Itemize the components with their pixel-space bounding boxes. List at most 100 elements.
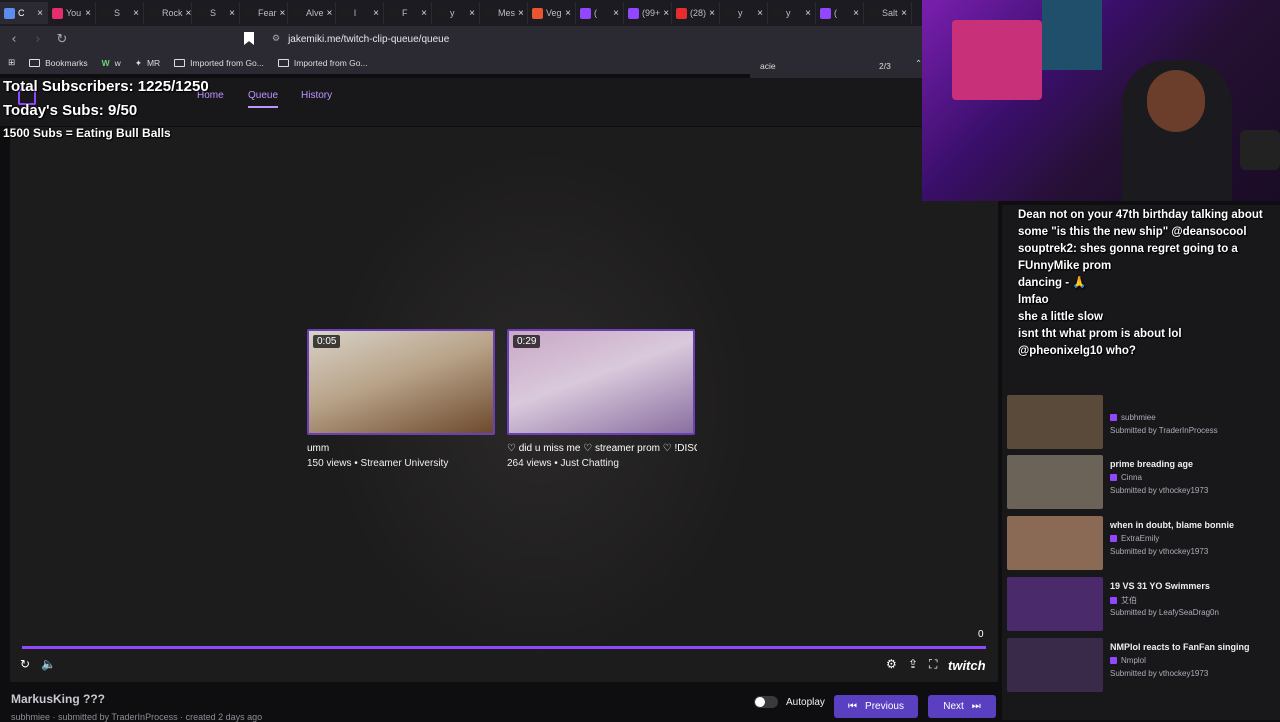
- browser-tab[interactable]: (28) ×: [672, 2, 720, 24]
- bookmark-item[interactable]: Bookmarks: [29, 58, 88, 68]
- player-progress-bar[interactable]: [22, 646, 986, 649]
- browser-tab[interactable]: Veg ×: [528, 2, 576, 24]
- browser-tab[interactable]: S ×: [96, 2, 144, 24]
- replay-icon[interactable]: ↻: [20, 657, 30, 671]
- close-icon[interactable]: ×: [901, 8, 907, 19]
- next-button[interactable]: Next ⏭: [928, 695, 996, 718]
- poster: [1042, 0, 1102, 70]
- browser-tab[interactable]: Alve ×: [288, 2, 336, 24]
- browser-tab[interactable]: Salt ×: [864, 2, 912, 24]
- close-icon[interactable]: ×: [85, 8, 91, 19]
- close-icon[interactable]: ×: [327, 8, 333, 19]
- bookmarks-bar: ⊞ Bookmarks Ww ✦ MR Imported from Go... I…: [0, 52, 750, 74]
- tab-label: (99+: [642, 8, 661, 18]
- close-icon[interactable]: ×: [186, 8, 191, 19]
- browser-tab[interactable]: y ×: [720, 2, 768, 24]
- chat-message: dancing - 🙏: [1018, 277, 1087, 289]
- queue-item-submitter: Submitted by vthockey1973: [1110, 669, 1209, 678]
- reload-icon[interactable]: ↻: [52, 32, 72, 47]
- channel-icon: [1110, 474, 1117, 481]
- settings-icon[interactable]: ⚙: [886, 657, 897, 671]
- site-info-icon[interactable]: ⚙: [272, 34, 280, 44]
- nav-history[interactable]: History: [301, 90, 332, 101]
- bookmark-item[interactable]: Imported from Go...: [277, 58, 368, 68]
- queue-item[interactable]: 19 VS 31 YO Swimmers 艾伯 Submitted by Leafy…: [1007, 577, 1277, 632]
- close-icon[interactable]: ×: [421, 8, 427, 19]
- close-icon[interactable]: ×: [757, 8, 763, 19]
- queue-item[interactable]: NMPlol reacts to FanFan singing Nmplol Sub…: [1007, 638, 1277, 693]
- clip-player[interactable]: 0:05 umm 150 views • Streamer University…: [10, 127, 998, 682]
- browser-tab[interactable]: You ×: [48, 2, 96, 24]
- tab-label: You: [66, 8, 82, 18]
- close-icon[interactable]: ×: [133, 8, 139, 19]
- clip-thumbnail: 0:29: [507, 329, 695, 435]
- browser-tab[interactable]: (×: [576, 2, 624, 24]
- twitch-logo[interactable]: twitch: [948, 658, 986, 673]
- browser-tab[interactable]: Fear ×: [240, 2, 288, 24]
- browser-tab[interactable]: S ×: [192, 2, 240, 24]
- bookmark-icon[interactable]: [244, 32, 254, 45]
- forward-icon[interactable]: ›: [28, 32, 48, 47]
- previous-button[interactable]: ⏮ Previous: [834, 695, 918, 718]
- close-icon[interactable]: ×: [229, 8, 235, 19]
- channel-icon: [1110, 597, 1117, 604]
- browser-tab[interactable]: C ×: [0, 2, 48, 24]
- autoplay-toggle-knob[interactable]: [755, 697, 765, 707]
- close-icon[interactable]: ×: [518, 8, 524, 19]
- webcam-overlay: [922, 0, 1280, 201]
- volume-icon[interactable]: 🔈: [41, 657, 56, 671]
- current-clip-title: MarkusKing ???: [11, 692, 106, 706]
- previous-icon: ⏮: [848, 701, 858, 712]
- queue-item[interactable]: when in doubt, blame bonnie ExtraEmily Sub…: [1007, 516, 1277, 571]
- queue-item-title: NMPlol reacts to FanFan singing: [1110, 642, 1250, 652]
- close-icon[interactable]: ×: [280, 8, 286, 19]
- url-field[interactable]: ⚙ jakemiki.me/twitch-clip-queue/queue: [272, 34, 449, 45]
- queue-item-title: when in doubt, blame bonnie: [1110, 520, 1234, 530]
- bookmark-item[interactable]: Ww: [102, 58, 121, 68]
- autoplay-label: Autoplay: [786, 697, 825, 708]
- browser-tab[interactable]: y ×: [432, 2, 480, 24]
- bookmark-item[interactable]: Imported from Go...: [174, 58, 264, 68]
- apps-grid-icon[interactable]: ⊞: [8, 58, 15, 68]
- chat-message: lmfao: [1018, 294, 1049, 306]
- close-icon[interactable]: ×: [469, 8, 475, 19]
- close-icon[interactable]: ×: [853, 8, 859, 19]
- clip-card[interactable]: 0:29 ♡ did u miss me ♡ streamer prom ♡ !…: [507, 329, 697, 469]
- browser-tab[interactable]: y ×: [768, 2, 816, 24]
- close-icon[interactable]: ×: [373, 8, 379, 19]
- chat-message: @pheonixelg10 who?: [1018, 345, 1136, 357]
- find-bar[interactable]: acie 2/3 ⌃: [750, 52, 922, 78]
- queue-item[interactable]: prime breading age Cinna Submitted by vtho…: [1007, 455, 1277, 510]
- browser-tab[interactable]: (×: [816, 2, 864, 24]
- today-subs-overlay: Today's Subs: 9/50: [3, 102, 138, 119]
- fullscreen-icon[interactable]: ⛶: [929, 657, 937, 672]
- chat-message: she a little slow: [1018, 311, 1103, 323]
- queue-item[interactable]: subhmiee Submitted by TraderInProcess: [1007, 395, 1277, 450]
- close-icon[interactable]: ×: [663, 8, 669, 19]
- tab-label: Alve: [306, 8, 324, 18]
- browser-tab[interactable]: l ×: [336, 2, 384, 24]
- browser-tab[interactable]: F ×: [384, 2, 432, 24]
- share-icon[interactable]: ⇪: [908, 657, 918, 671]
- back-icon[interactable]: ‹: [4, 32, 24, 47]
- find-count: 2/3: [879, 61, 891, 71]
- tab-favicon-icon: [868, 7, 879, 19]
- bookmark-item[interactable]: ✦ MR: [135, 58, 160, 69]
- channel-icon: [1110, 657, 1117, 664]
- find-query[interactable]: acie: [760, 61, 776, 71]
- clip-card[interactable]: 0:05 umm 150 views • Streamer University: [307, 329, 497, 469]
- browser-tab[interactable]: (99+ ×: [624, 2, 672, 24]
- nav-queue[interactable]: Queue: [248, 90, 279, 108]
- close-icon[interactable]: ×: [709, 8, 715, 19]
- queue-item-channel: ExtraEmily: [1110, 534, 1159, 543]
- folder-icon: [29, 59, 41, 67]
- browser-tab[interactable]: Rock ×: [144, 2, 192, 24]
- close-icon[interactable]: ×: [565, 8, 571, 19]
- browser-tab[interactable]: Mes ×: [480, 2, 528, 24]
- queue-item-channel: Nmplol: [1110, 656, 1146, 665]
- tab-favicon-icon: [724, 7, 735, 19]
- current-clip-subtitle: subhmiee · submitted by TraderInProcess …: [11, 712, 263, 722]
- close-icon[interactable]: ×: [613, 8, 619, 19]
- close-icon[interactable]: ×: [805, 8, 811, 19]
- close-icon[interactable]: ×: [37, 8, 43, 19]
